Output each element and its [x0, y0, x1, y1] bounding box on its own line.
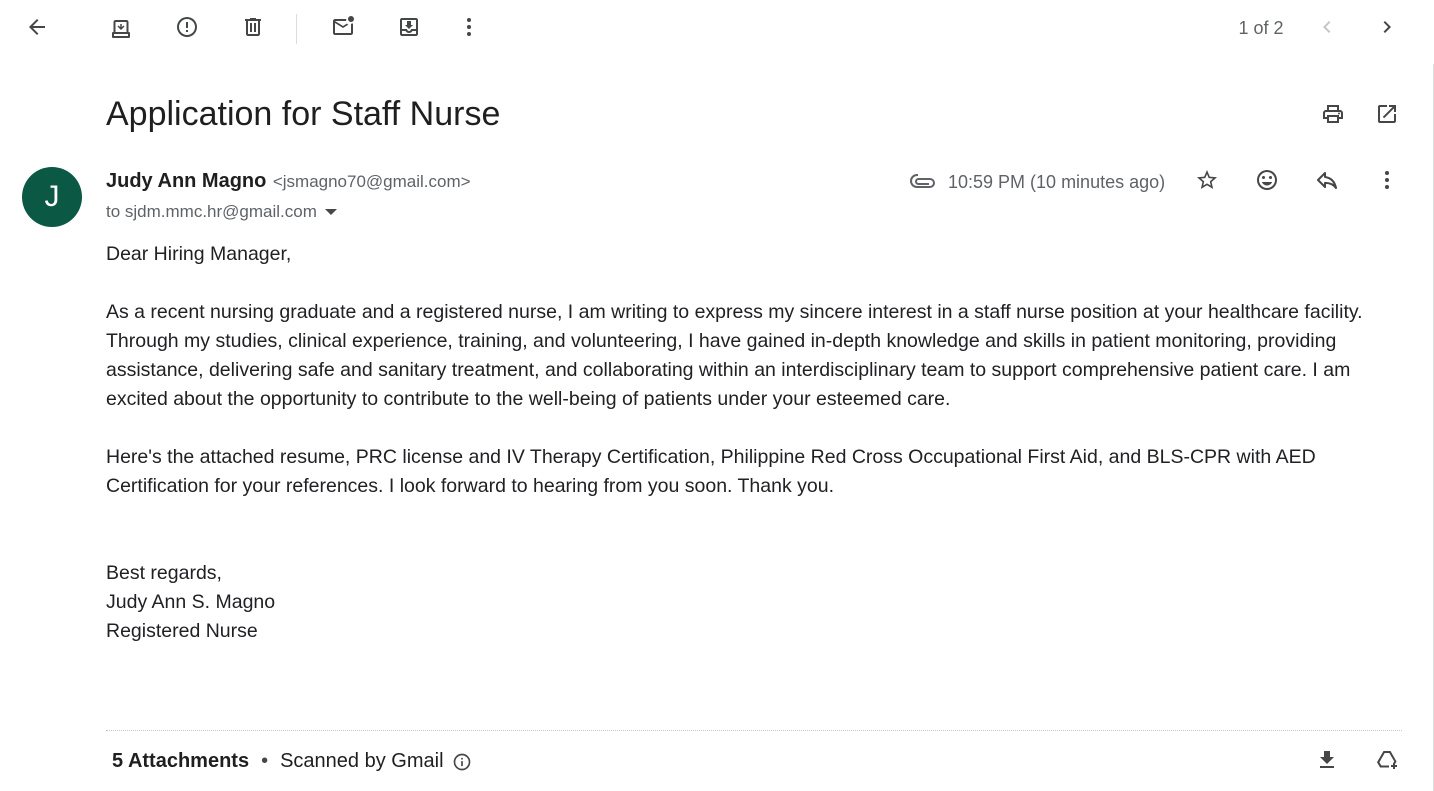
paperclip-icon	[910, 169, 938, 193]
body-paragraph-1: As a recent nursing graduate and a regis…	[106, 301, 1363, 410]
download-icon	[1315, 748, 1339, 777]
older-button[interactable]	[1367, 9, 1407, 49]
open-in-new-icon	[1375, 102, 1399, 131]
back-button[interactable]	[17, 9, 57, 49]
star-button[interactable]	[1187, 162, 1227, 202]
more-vert-icon	[457, 15, 481, 44]
reply-button[interactable]	[1307, 162, 1347, 202]
more-vert-icon	[1375, 168, 1399, 197]
star-icon	[1195, 168, 1219, 197]
mark-unread-button[interactable]	[323, 9, 363, 49]
delete-button[interactable]	[233, 9, 273, 49]
signature-name: Judy Ann S. Magno	[106, 591, 276, 613]
recipient-text: to sjdm.mmc.hr@gmail.com	[106, 202, 317, 221]
email-subject: Application for Staff Nurse	[106, 95, 501, 133]
body-greeting: Dear Hiring Manager,	[106, 243, 292, 265]
more-options-button[interactable]	[449, 9, 489, 49]
signature: Best regards, Judy Ann S. Magno Register…	[106, 559, 1396, 646]
scanned-label: Scanned by Gmail	[280, 750, 444, 772]
message-more-button[interactable]	[1367, 162, 1407, 202]
download-all-button[interactable]	[1307, 742, 1347, 782]
add-reaction-button[interactable]	[1247, 162, 1287, 202]
chevron-left-icon	[1315, 15, 1339, 44]
sender-email: <jsmagno70@gmail.com>	[272, 172, 471, 191]
add-to-drive-button[interactable]	[1367, 742, 1407, 782]
attachments-divider	[106, 730, 1402, 731]
newer-button[interactable]	[1307, 9, 1347, 49]
email-body: Dear Hiring Manager, As a recent nursing…	[106, 240, 1396, 646]
info-icon[interactable]	[452, 752, 472, 772]
mark-unread-icon	[331, 15, 355, 44]
add-to-drive-icon	[1375, 748, 1399, 777]
recipient-details-dropdown[interactable]	[324, 209, 337, 215]
open-new-window-button[interactable]	[1367, 96, 1407, 136]
signature-closing: Best regards,	[106, 562, 222, 584]
attachments-header: 5 Attachments • Scanned by Gmail	[112, 750, 472, 773]
signature-title: Registered Nurse	[106, 620, 258, 642]
arrow-left-icon	[25, 15, 49, 44]
sender-info: Judy Ann Magno <jsmagno70@gmail.com>	[106, 170, 471, 193]
move-to-button[interactable]	[389, 9, 429, 49]
trash-icon	[241, 15, 265, 44]
pager-text: 1 of 2	[1238, 18, 1284, 38]
report-spam-icon	[175, 15, 199, 44]
avatar[interactable]: J	[22, 167, 82, 227]
move-to-inbox-icon	[397, 15, 421, 44]
archive-icon	[109, 15, 133, 44]
separator-dot: •	[261, 750, 269, 772]
chevron-right-icon	[1375, 15, 1399, 44]
email-timestamp: 10:59 PM (10 minutes ago)	[948, 172, 1166, 192]
sender-name[interactable]: Judy Ann Magno	[106, 170, 266, 192]
recipient-line: to sjdm.mmc.hr@gmail.com	[106, 202, 337, 222]
print-icon	[1321, 102, 1345, 131]
attachments-count: 5 Attachments	[112, 750, 250, 772]
toolbar-divider	[296, 14, 297, 44]
emoji-icon	[1255, 168, 1279, 197]
archive-button[interactable]	[101, 9, 141, 49]
body-paragraph-2: Here's the attached resume, PRC license …	[106, 446, 1316, 497]
report-spam-button[interactable]	[167, 9, 207, 49]
print-button[interactable]	[1313, 96, 1353, 136]
reply-icon	[1315, 168, 1339, 197]
